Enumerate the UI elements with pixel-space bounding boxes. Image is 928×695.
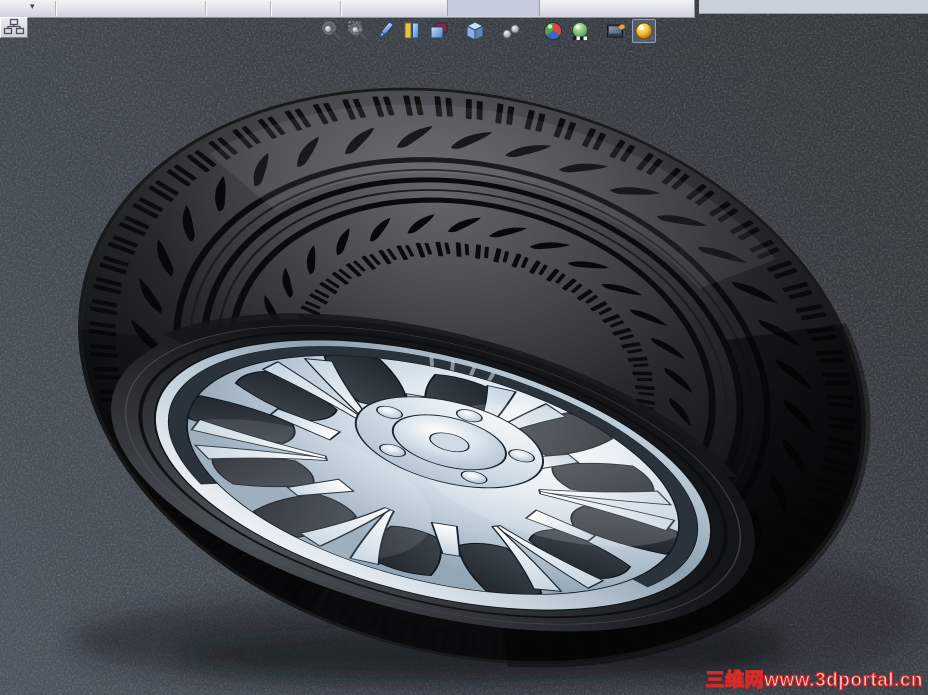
window-panes-icon [3, 18, 25, 35]
toolbar-separator [55, 1, 56, 16]
rotate-view-button[interactable] [374, 20, 396, 42]
toolbar-overflow-arrow[interactable]: ▾ [30, 1, 35, 12]
zoom-to-area-icon [348, 21, 367, 40]
toolbar-separator [340, 1, 341, 16]
edit-appearance-icon [544, 22, 562, 40]
viewport-3d[interactable] [0, 0, 928, 695]
view-settings-icon [607, 24, 626, 38]
realview-icon [635, 22, 653, 40]
apply-scene-icon [572, 22, 588, 40]
toolbar-active-cell[interactable] [447, 0, 540, 16]
view-toolbar [320, 19, 656, 43]
edit-appearance-button[interactable] [542, 20, 564, 42]
toolbar-separator [270, 1, 271, 16]
view-orientation-icon [465, 21, 485, 41]
realview-graphics-button[interactable] [632, 19, 656, 43]
toolbar-separator [205, 1, 206, 16]
section-view-button[interactable] [428, 20, 450, 42]
zoom-to-area-button[interactable] [347, 20, 369, 42]
view-orientation-button[interactable] [464, 20, 486, 42]
watermark-text: 三维网www.3dportal.cn [705, 669, 923, 691]
previous-view-button[interactable] [401, 20, 423, 42]
zoom-to-fit-icon [322, 21, 341, 40]
feature-tree-toggle-button[interactable] [0, 17, 28, 38]
section-view-icon [430, 22, 448, 39]
apply-scene-button[interactable] [569, 20, 591, 42]
display-style-button[interactable] [500, 20, 522, 42]
display-style-icon [502, 24, 520, 39]
zoom-to-fit-button[interactable] [320, 20, 342, 42]
rotate-view-icon [378, 22, 394, 39]
toolbar-strip: ▾ [0, 0, 695, 18]
previous-view-icon [404, 22, 419, 39]
view-settings-button[interactable] [605, 20, 627, 42]
toolbar-strip-right [699, 0, 928, 14]
